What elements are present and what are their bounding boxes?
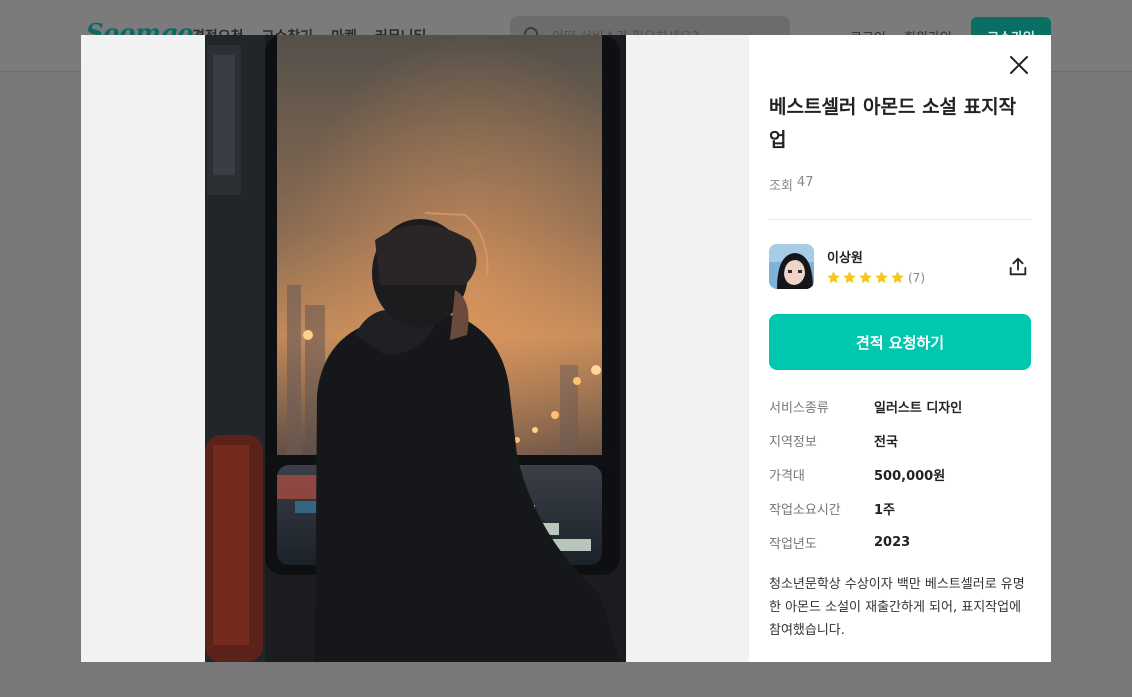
view-count-value: 47 [796, 175, 814, 190]
portfolio-description: 청소년문학상 수상이자 백만 베스트셀러로 유명한 아몬드 소설이 재출간하게 … [769, 577, 1025, 638]
star-icon [859, 271, 872, 284]
view-count: 조회 47 [769, 175, 813, 194]
info-row-year: 작업년도 2023 [769, 525, 1031, 559]
info-key: 작업년도 [769, 536, 817, 552]
seller-rating: (7) [826, 270, 925, 285]
info-row-service-type: 서비스종류 일러스트 디자인 [769, 389, 1031, 423]
service-info-table: 서비스종류 일러스트 디자인 지역정보 전국 가격대 500,000원 작업소요… [769, 389, 1031, 559]
portfolio-title: 베스트셀러 아몬드 소설 표지작업 [769, 96, 1017, 151]
star-icon [827, 271, 840, 284]
star-icon [843, 271, 856, 284]
close-icon [1010, 56, 1028, 74]
close-button[interactable] [1007, 53, 1031, 77]
divider [769, 219, 1031, 220]
view-count-label: 조회 [769, 179, 793, 194]
portfolio-detail-panel: 베스트셀러 아몬드 소설 표지작업 조회 47 이상원 (7) 견적 요청하기 … [769, 35, 1031, 662]
request-quote-button[interactable]: 견적 요청하기 [769, 314, 1031, 370]
info-row-duration: 작업소요시간 1주 [769, 491, 1031, 525]
share-button[interactable] [1007, 256, 1029, 278]
info-value: 2023 [874, 534, 911, 550]
star-icon [875, 271, 888, 284]
portfolio-image[interactable] [205, 35, 626, 662]
info-value: 전국 [874, 434, 898, 450]
seller-name[interactable]: 이상원 [827, 247, 863, 266]
review-count: (7) [908, 270, 925, 285]
info-row-price: 가격대 500,000원 [769, 457, 1031, 491]
info-value: 500,000원 [874, 468, 946, 484]
info-key: 가격대 [769, 468, 805, 484]
info-value: 1주 [874, 502, 896, 518]
star-icon [891, 271, 904, 284]
info-key: 작업소요시간 [769, 502, 841, 518]
portfolio-modal: 베스트셀러 아몬드 소설 표지작업 조회 47 이상원 (7) 견적 요청하기 … [81, 35, 1051, 662]
info-value: 일러스트 디자인 [874, 400, 963, 416]
info-key: 지역정보 [769, 434, 817, 450]
info-row-region: 지역정보 전국 [769, 423, 1031, 457]
portfolio-gallery [81, 35, 749, 662]
info-key: 서비스종류 [769, 400, 829, 416]
share-icon [1009, 257, 1027, 276]
avatar[interactable] [769, 244, 814, 289]
